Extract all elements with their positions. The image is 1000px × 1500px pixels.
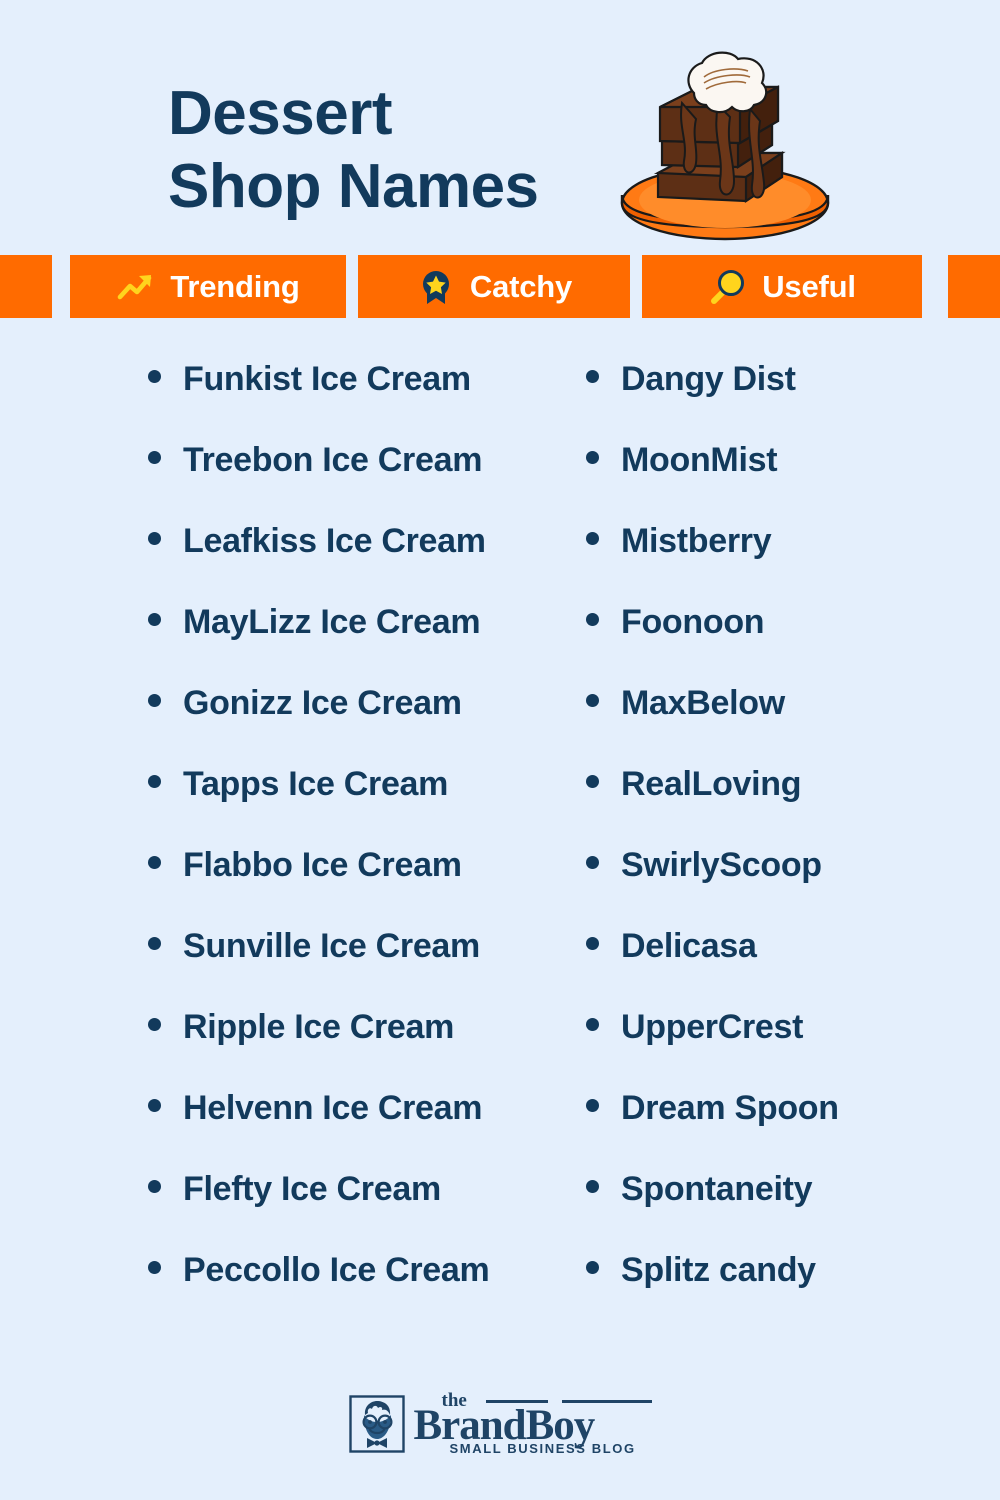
badge-trending-label: Trending	[170, 269, 300, 304]
trending-up-icon	[118, 274, 152, 299]
bullet-icon	[148, 1261, 161, 1274]
bullet-icon	[586, 1180, 599, 1193]
list-item-label: Gonizz Ice Cream	[183, 684, 462, 722]
list-item[interactable]: SwirlyScoop	[586, 848, 926, 929]
band-edge-right	[948, 255, 1000, 318]
list-item-label: Peccollo Ice Cream	[183, 1251, 490, 1289]
list-item-label: Sunville Ice Cream	[183, 927, 480, 965]
list-item-label: RealLoving	[621, 765, 802, 803]
list-item[interactable]: Gonizz Ice Cream	[148, 686, 568, 767]
page-title: Dessert Shop Names	[168, 78, 638, 223]
list-item-label: Tapps Ice Cream	[183, 765, 449, 803]
bullet-icon	[148, 1180, 161, 1193]
footer: the BrandBoy SMALL BUSINESS BLOG	[0, 1391, 1000, 1482]
list-item[interactable]: Sunville Ice Cream	[148, 929, 568, 1010]
list-item[interactable]: Tapps Ice Cream	[148, 767, 568, 848]
list-item[interactable]: Helvenn Ice Cream	[148, 1091, 568, 1172]
name-lists: Funkist Ice Cream Treebon Ice Cream Leaf…	[0, 362, 1000, 1362]
list-item-label: Mistberry	[621, 522, 772, 560]
list-item[interactable]: MayLizz Ice Cream	[148, 605, 568, 686]
list-item-label: SwirlyScoop	[621, 846, 822, 884]
bullet-icon	[586, 775, 599, 788]
list-item-label: MayLizz Ice Cream	[183, 603, 481, 641]
list-item[interactable]: MaxBelow	[586, 686, 926, 767]
infographic-page: Dessert Shop Names Trending Catchy Usefu…	[0, 0, 1000, 1500]
list-item-label: Ripple Ice Cream	[183, 1008, 455, 1046]
list-item[interactable]: RealLoving	[586, 767, 926, 848]
bullet-icon	[148, 775, 161, 788]
page-title-line-1: Dessert	[168, 79, 392, 148]
list-item[interactable]: Dangy Dist	[586, 362, 926, 443]
list-item-label: Funkist Ice Cream	[183, 360, 471, 398]
list-item-label: Helvenn Ice Cream	[183, 1089, 483, 1127]
list-item[interactable]: Dream Spoon	[586, 1091, 926, 1172]
badge-catchy[interactable]: Catchy	[358, 255, 630, 318]
bullet-icon	[586, 1099, 599, 1112]
list-item-label: Flefty Ice Cream	[183, 1170, 441, 1208]
badge-catchy-label: Catchy	[469, 269, 573, 304]
bullet-icon	[586, 532, 599, 545]
bullet-icon	[586, 937, 599, 950]
badge-useful[interactable]: Useful	[642, 255, 922, 318]
bullet-icon	[586, 613, 599, 626]
badge-band: Trending Catchy Useful	[0, 255, 1000, 318]
list-item[interactable]: Mistberry	[586, 524, 926, 605]
list-item-label: Delicasa	[621, 927, 757, 965]
award-ribbon-icon	[422, 270, 449, 304]
list-item-label: Dream Spoon	[621, 1089, 839, 1127]
list-item[interactable]: Flefty Ice Cream	[148, 1172, 568, 1253]
bullet-icon	[586, 451, 599, 464]
bullet-icon	[148, 694, 161, 707]
bullet-icon	[148, 1018, 161, 1031]
bullet-icon	[586, 1018, 599, 1031]
page-title-line-2: Shop Names	[168, 151, 539, 221]
list-item-label: Spontaneity	[621, 1170, 813, 1208]
list-item[interactable]: UpperCrest	[586, 1010, 926, 1091]
list-item-label: Treebon Ice Cream	[183, 441, 483, 479]
boy-face-with-glasses-and-bowtie-icon	[348, 1395, 405, 1453]
magnifying-glass-icon	[711, 269, 745, 304]
bullet-icon	[148, 532, 161, 545]
list-item-label: Foonoon	[621, 603, 765, 641]
list-item[interactable]: Peccollo Ice Cream	[148, 1253, 568, 1334]
list-item[interactable]: Flabbo Ice Cream	[148, 848, 568, 929]
list-item[interactable]: Treebon Ice Cream	[148, 443, 568, 524]
bullet-icon	[586, 856, 599, 869]
list-item-label: Splitz candy	[621, 1251, 816, 1289]
list-item-label: Dangy Dist	[621, 360, 796, 398]
bullet-icon	[148, 613, 161, 626]
bullet-icon	[586, 370, 599, 383]
list-item[interactable]: Foonoon	[586, 605, 926, 686]
bullet-icon	[148, 937, 161, 950]
list-item-label: MaxBelow	[621, 684, 785, 722]
list-item[interactable]: Funkist Ice Cream	[148, 362, 568, 443]
page-header: Dessert Shop Names	[0, 0, 1000, 255]
bullet-icon	[148, 856, 161, 869]
list-item[interactable]: MoonMist	[586, 443, 926, 524]
logo-tagline: SMALL BUSINESS BLOG	[449, 1441, 636, 1456]
bullet-icon	[586, 694, 599, 707]
bullet-icon	[148, 370, 161, 383]
list-item-label: UpperCrest	[621, 1008, 804, 1046]
list-item[interactable]: Leafkiss Ice Cream	[148, 524, 568, 605]
badge-useful-label: Useful	[762, 269, 856, 304]
list-item-label: MoonMist	[621, 441, 778, 479]
badge-trending[interactable]: Trending	[70, 255, 346, 318]
bullet-icon	[148, 1099, 161, 1112]
bullet-icon	[148, 451, 161, 464]
list-item[interactable]: Spontaneity	[586, 1172, 926, 1253]
brandboy-logo[interactable]: the BrandBoy SMALL BUSINESS BLOG	[348, 1391, 652, 1456]
bullet-icon	[586, 1261, 599, 1274]
logo-wordmark: the BrandBoy SMALL BUSINESS BLOG	[414, 1391, 652, 1456]
name-list-right-column: Dangy Dist MoonMist Mistberry Foonoon Ma…	[586, 362, 926, 1334]
list-item-label: Leafkiss Ice Cream	[183, 522, 486, 560]
list-item[interactable]: Ripple Ice Cream	[148, 1010, 568, 1091]
list-item[interactable]: Splitz candy	[586, 1253, 926, 1334]
list-item-label: Flabbo Ice Cream	[183, 846, 462, 884]
band-edge-left	[0, 255, 52, 318]
brownie-stack-illustration	[620, 51, 830, 241]
list-item[interactable]: Delicasa	[586, 929, 926, 1010]
name-list-left-column: Funkist Ice Cream Treebon Ice Cream Leaf…	[148, 362, 568, 1334]
